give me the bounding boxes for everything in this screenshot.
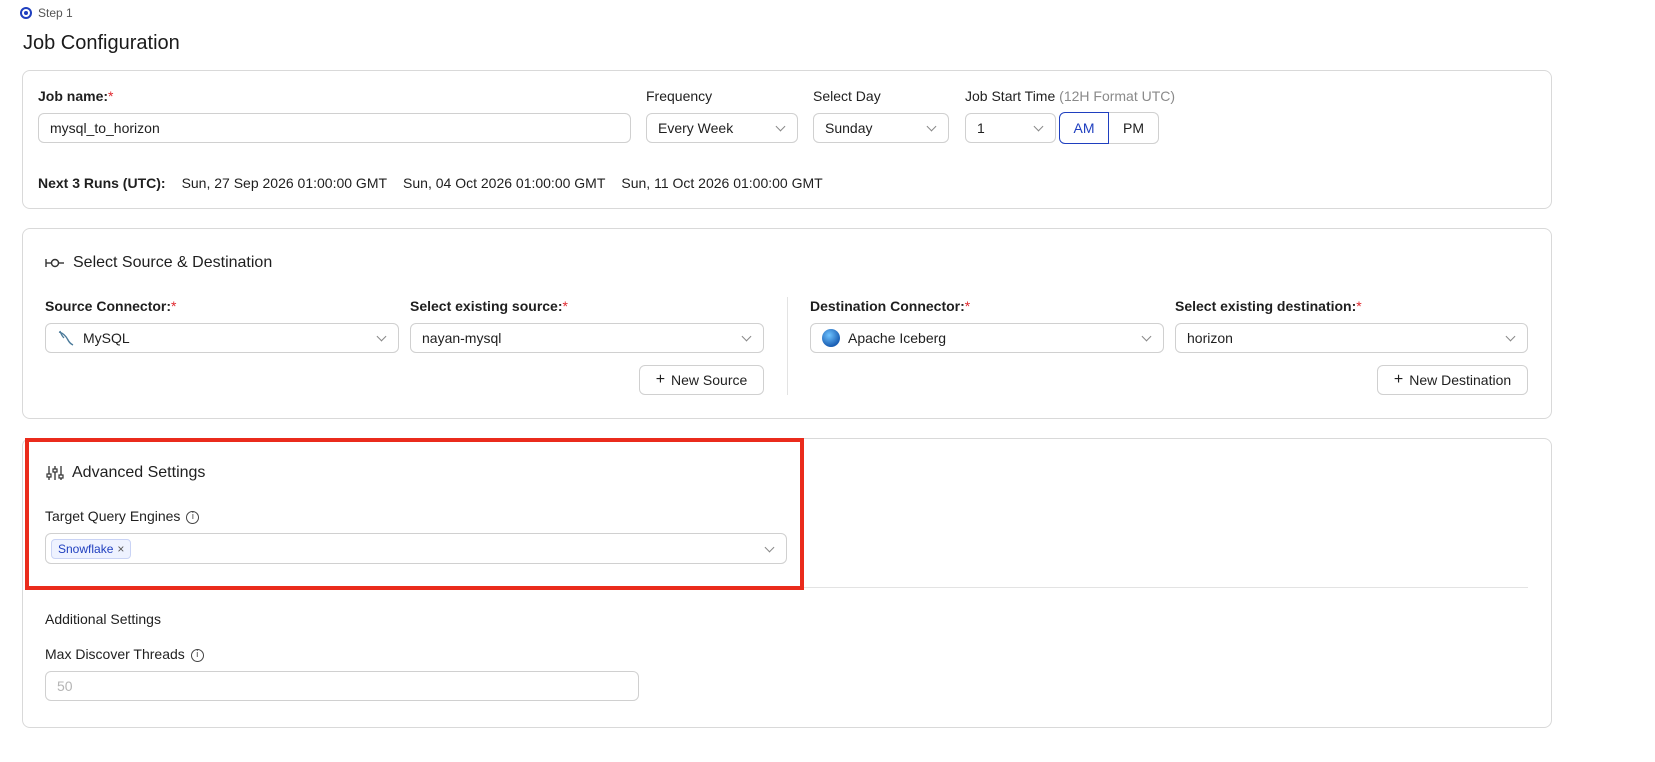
frequency-select[interactable]: Every Week [646,113,798,143]
step-label: Step 1 [38,6,73,20]
existing-dest-label: Select existing destination:* [1175,298,1362,314]
additional-settings-title: Additional Settings [45,611,161,627]
chevron-down-icon [1034,123,1044,133]
chevron-down-icon [1506,333,1516,343]
info-icon[interactable]: i [190,648,204,662]
max-threads-label: Max Discover Threads i [45,646,204,662]
next-runs: Next 3 Runs (UTC): Sun, 27 Sep 2026 01:0… [38,175,823,191]
plus-icon: + [1393,371,1404,388]
pm-button[interactable]: PM [1109,112,1159,144]
chevron-down-icon [377,333,387,343]
next-runs-label: Next 3 Runs (UTC): [38,175,166,191]
dest-connector-select[interactable]: Apache Iceberg [810,323,1164,353]
job-name-input[interactable]: mysql_to_horizon [38,113,631,143]
source-connector-label: Source Connector:* [45,298,177,314]
chevron-down-icon [742,333,752,343]
am-button[interactable]: AM [1059,112,1109,144]
iceberg-icon [822,329,840,347]
chevron-down-icon [776,123,786,133]
new-destination-button[interactable]: + New Destination [1377,365,1528,395]
max-threads-input[interactable]: 50 [45,671,639,701]
am-pm-toggle: AM PM [1059,112,1159,144]
start-time-label: Job Start Time (12H Format UTC) [965,88,1176,104]
run-item: Sun, 04 Oct 2026 01:00:00 GMT [403,175,606,191]
new-source-button[interactable]: + New Source [639,365,764,395]
source-dest-title: Select Source & Destination [73,254,273,271]
step-dot-icon [20,7,32,19]
connection-icon [45,258,64,268]
highlight-box [25,438,804,590]
source-dest-header: Select Source & Destination [45,254,272,272]
chevron-down-icon [927,123,937,133]
step-indicator: Step 1 [20,6,73,20]
run-item: Sun, 27 Sep 2026 01:00:00 GMT [181,175,388,191]
page-title: Job Configuration [23,32,180,54]
divider [787,297,788,395]
day-select[interactable]: Sunday [813,113,949,143]
existing-dest-select[interactable]: horizon [1175,323,1528,353]
dest-connector-label: Destination Connector:* [810,298,971,314]
run-item: Sun, 11 Oct 2026 01:00:00 GMT [621,175,823,191]
plus-icon: + [655,371,666,388]
mysql-dolphin-icon [58,330,74,346]
select-day-label: Select Day [813,88,881,104]
frequency-label: Frequency [646,88,713,104]
start-time-select[interactable]: 1 [965,113,1056,143]
chevron-down-icon [1142,333,1152,343]
existing-source-select[interactable]: nayan-mysql [410,323,764,353]
job-name-label: Job name:* [38,88,114,104]
existing-source-label: Select existing source:* [410,298,568,314]
source-connector-select[interactable]: MySQL [45,323,399,353]
